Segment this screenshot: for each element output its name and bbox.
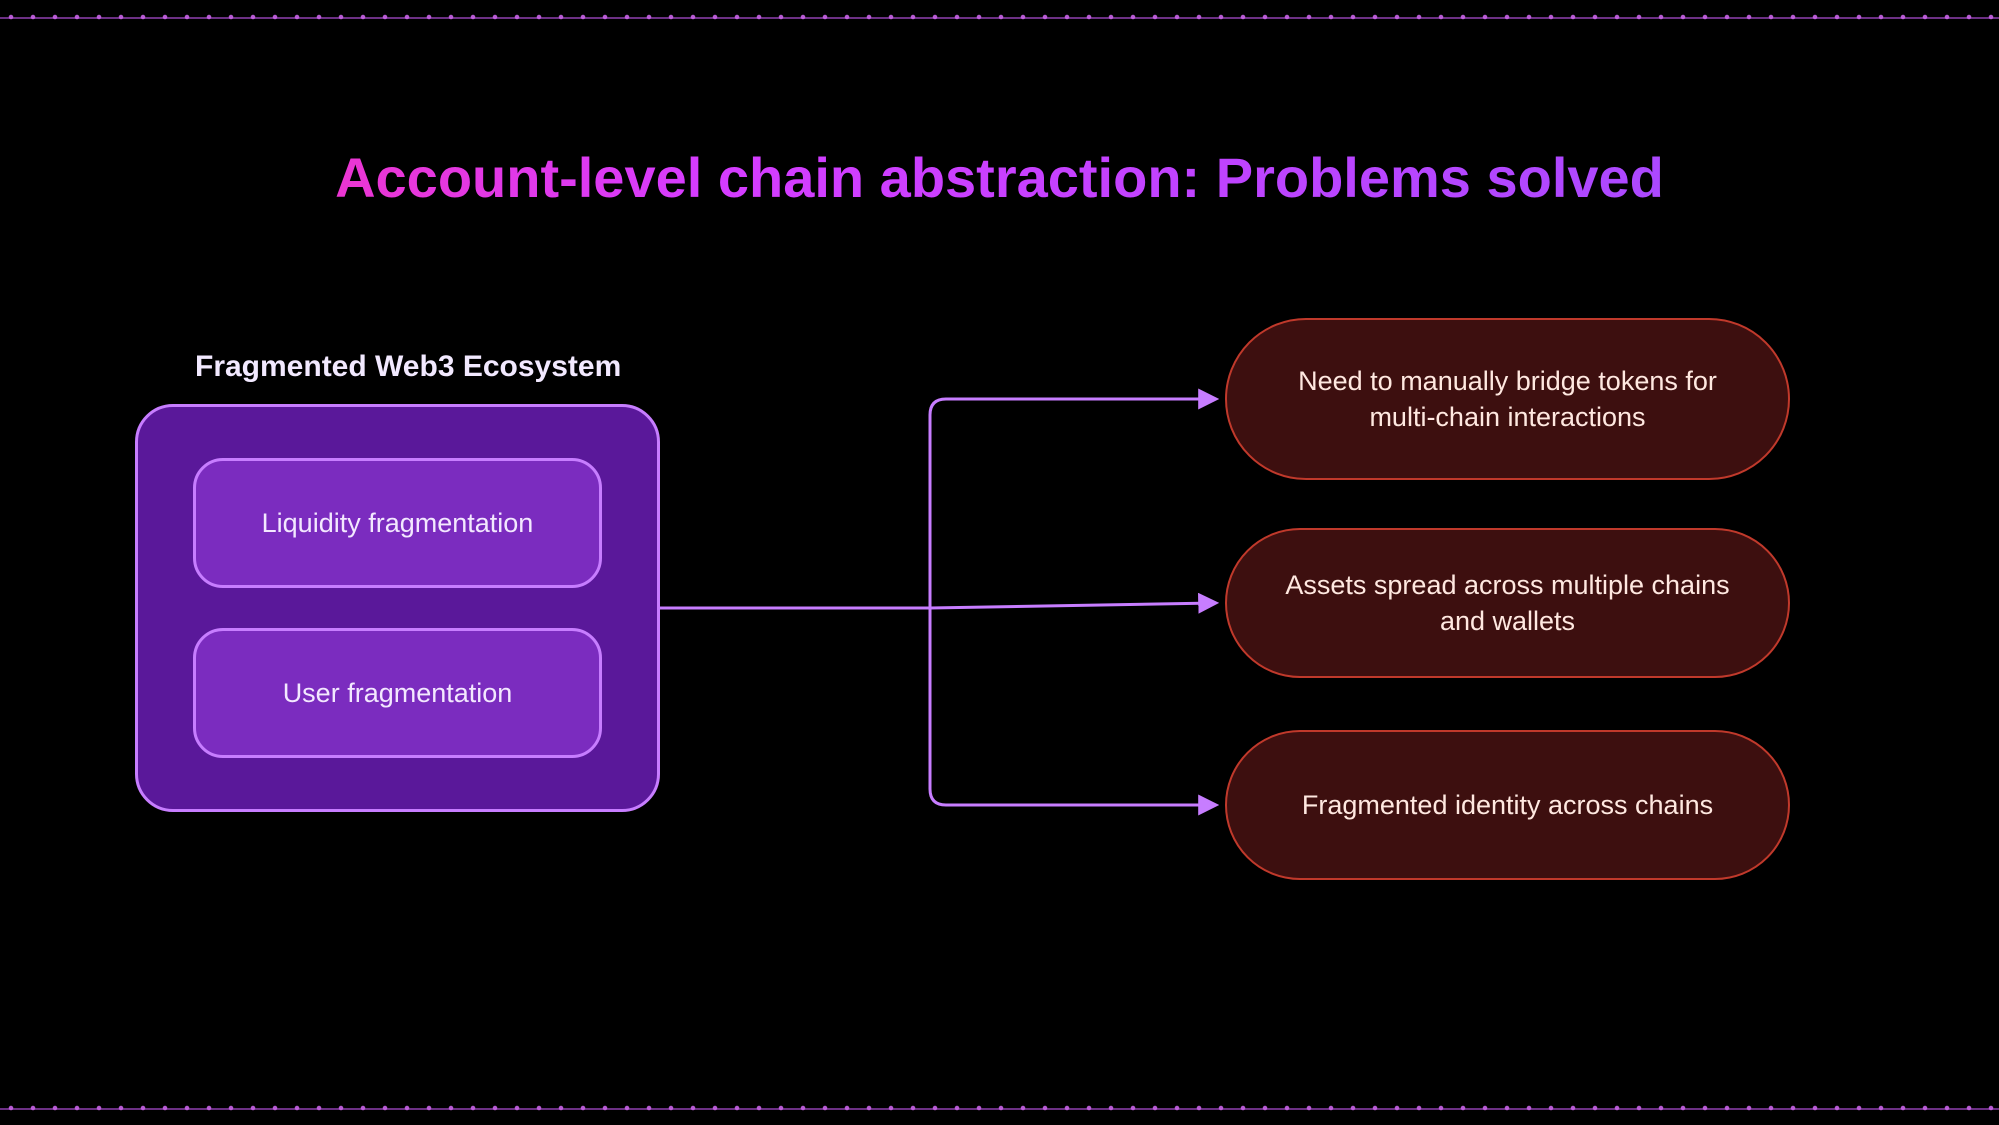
fragmented-ecosystem-panel: Liquidity fragmentation User fragmentati… <box>135 404 660 812</box>
slide-title: Account-level chain abstraction: Problem… <box>0 145 1999 210</box>
decorative-border-bottom <box>0 1099 1999 1117</box>
problem-pill-assets: Assets spread across multiple chains and… <box>1225 528 1790 678</box>
fragmentation-item-user: User fragmentation <box>193 628 602 758</box>
problem-pill-identity: Fragmented identity across chains <box>1225 730 1790 880</box>
problem-pill-bridge: Need to manually bridge tokens for multi… <box>1225 318 1790 480</box>
fragmentation-item-liquidity: Liquidity fragmentation <box>193 458 602 588</box>
decorative-border-top <box>0 8 1999 26</box>
left-group-header: Fragmented Web3 Ecosystem <box>195 350 621 384</box>
